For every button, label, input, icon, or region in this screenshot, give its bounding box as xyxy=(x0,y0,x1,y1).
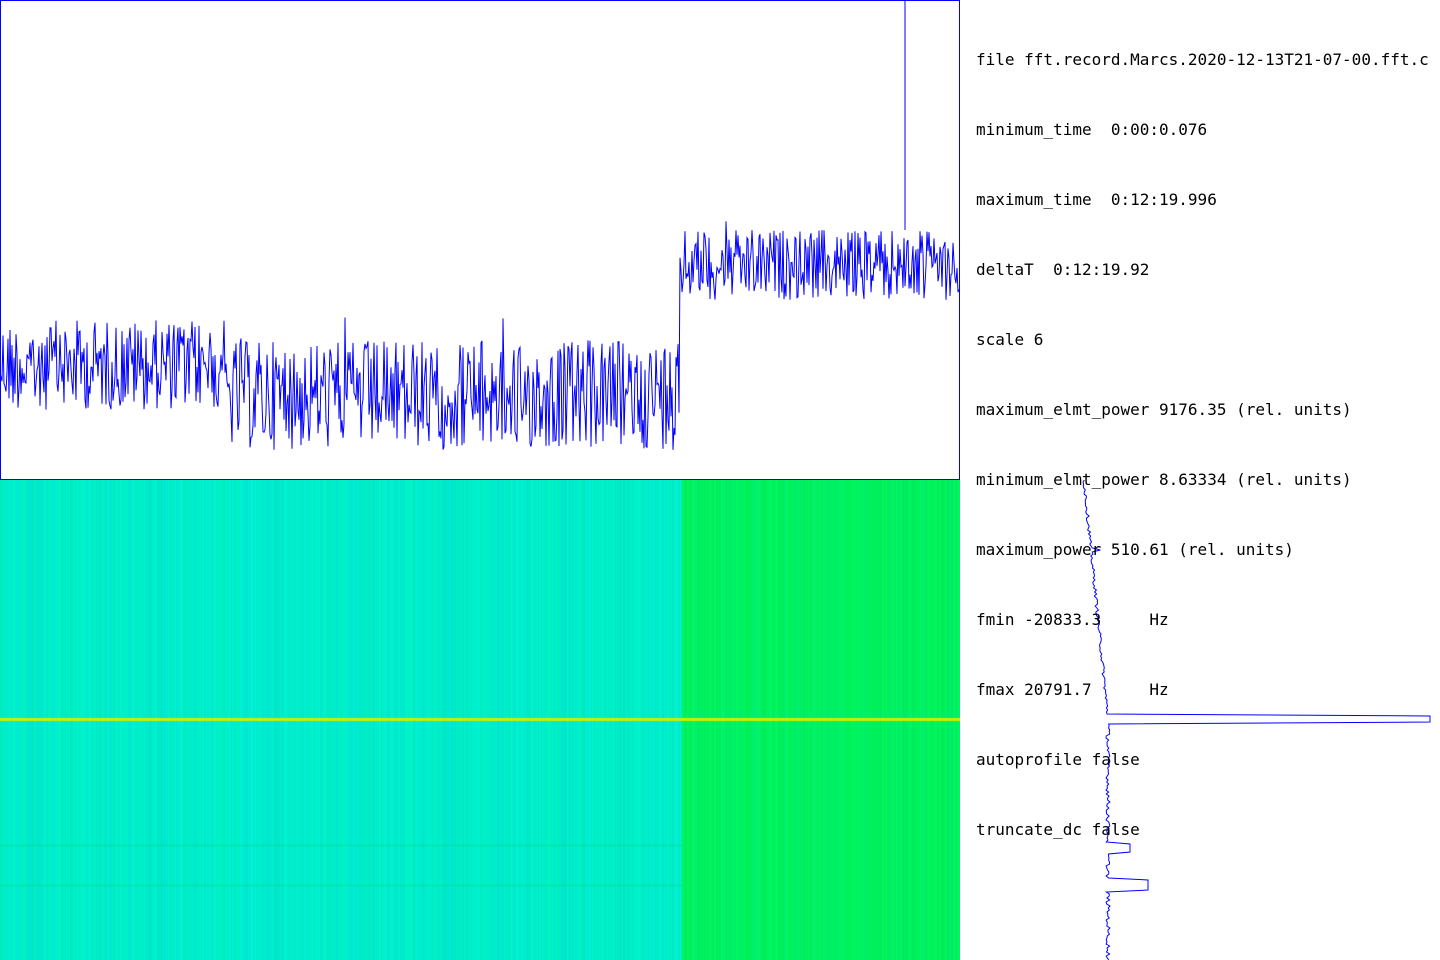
info-maximum-power: maximum_power 510.61 (rel. units) xyxy=(976,540,1294,559)
info-fmax: fmax 20791.7 Hz xyxy=(976,680,1169,699)
spectrogram-waterfall xyxy=(0,480,960,960)
info-minimum-time: minimum_time 0:00:0.076 xyxy=(976,120,1208,139)
info-minimum-elmt-power: minimum_elmt_power 8.63334 (rel. units) xyxy=(976,470,1352,489)
info-fmin: fmin -20833.3 Hz xyxy=(976,610,1169,629)
info-delta-t: deltaT 0:12:19.92 xyxy=(976,260,1150,279)
file-info-panel: file fft.record.Marcs.2020-12-13T21-07-0… xyxy=(976,12,1436,871)
power-time-plot xyxy=(0,0,960,480)
info-scale: scale 6 xyxy=(976,330,1044,349)
info-file: file fft.record.Marcs.2020-12-13T21-07-0… xyxy=(976,50,1429,69)
info-autoprofile: autoprofile false xyxy=(976,750,1140,769)
info-maximum-time: maximum_time 0:12:19.996 xyxy=(976,190,1217,209)
info-maximum-elmt-power: maximum_elmt_power 9176.35 (rel. units) xyxy=(976,400,1352,419)
info-truncate-dc: truncate_dc false xyxy=(976,820,1140,839)
